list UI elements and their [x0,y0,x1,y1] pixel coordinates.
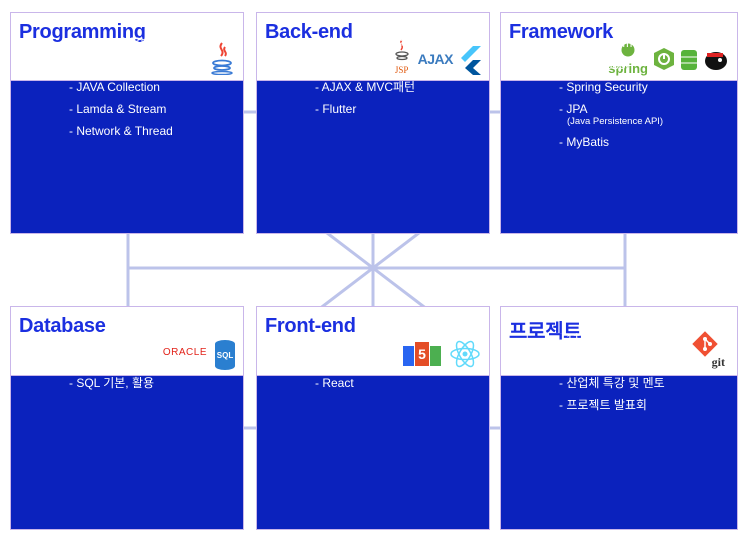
react-icon [450,340,480,368]
topic-list: - 1차 실무프로젝트 - 2차 실무프로젝트 - 산업체 특강 및 멘토 - … [559,332,665,420]
flutter-icon [461,46,481,75]
list-item: - 산업체 특강 및 멘토 [559,376,665,390]
topic-list: - HTML/CSS - JavaScrip - React [315,332,383,398]
list-item: - 1차 실무프로젝트 [559,332,654,346]
topic-list: - JAVA 기초문법 - 객체지향 프로그래밍 - JAVA Collecti… [69,36,179,146]
list-item: - MyBatis [559,135,610,149]
list-item: - JAVA Collection [69,80,160,94]
java-icon [211,42,233,75]
list-item: - Flutter [315,102,357,116]
html-css-js-icon: 5 [403,342,441,366]
topic-list: - 웹개발 환경 구축 - 서블릿 & JSP - AJAX & MVC패턴 -… [315,36,415,124]
list-item: - Spring Framework [559,36,665,50]
list-item: - Lamda & Stream [69,102,167,116]
list-item: - SQL 기본, 활용 [69,376,155,390]
list-item-subtext: (Java Persistence API) [567,116,664,127]
card-database: Database ORACLE SQL - Oracle DBMS - 설치 및… [10,306,244,530]
list-item: - JPA (Java Persistence API) [559,102,664,127]
list-item: - 객체지향 프로그래밍 [69,58,180,72]
database-icon [681,50,697,70]
list-item: - HTML/CSS [315,332,384,346]
card-framework: Framework spring - Spring Framework - Sp… [500,12,738,234]
card-back-end: Back-end JSP AJAX - 웹개발 환경 구축 - 서블릿 & JS… [256,12,490,234]
list-item: - 설치 및 Admin [69,354,151,368]
card-front-end: Front-end 5 - HTML/CSS - JavaScrip - Rea… [256,306,490,530]
list-item: - Spring Security [559,80,648,94]
list-item: - Network & Thread [69,124,173,138]
topic-list: - Spring Framework - Spring Boot - Sprin… [559,36,664,157]
ajax-icon: AJAX [417,51,454,67]
list-item: - AJAX & MVC패턴 [315,80,416,94]
list-item: - 서블릿 & JSP [315,58,393,72]
sql-icon: SQL [215,340,235,370]
list-item: - JavaScrip [315,354,376,368]
list-item: - Oracle DBMS [69,332,150,346]
list-item: - 2차 실무프로젝트 [559,354,654,368]
topic-list: - Oracle DBMS - 설치 및 Admin - SQL 기본, 활용 [69,332,154,398]
list-item: - JAVA 기초문법 [69,36,152,50]
card-project: 프로젝트 git - 1차 실무프로젝트 - 2차 실무프로젝트 - 산업체 특… [500,306,738,530]
list-item: - 프로젝트 발표회 [559,398,647,412]
list-item: - React [315,376,354,390]
list-item: - Spring Boot [559,58,630,72]
git-icon: git [691,330,725,370]
list-item: - 웹개발 환경 구축 [315,36,407,50]
mybatis-icon [705,52,727,70]
card-programming: Programming - JAVA 기초문법 - 객체지향 프로그래밍 - J… [10,12,244,234]
oracle-icon: ORACLE [162,347,207,358]
